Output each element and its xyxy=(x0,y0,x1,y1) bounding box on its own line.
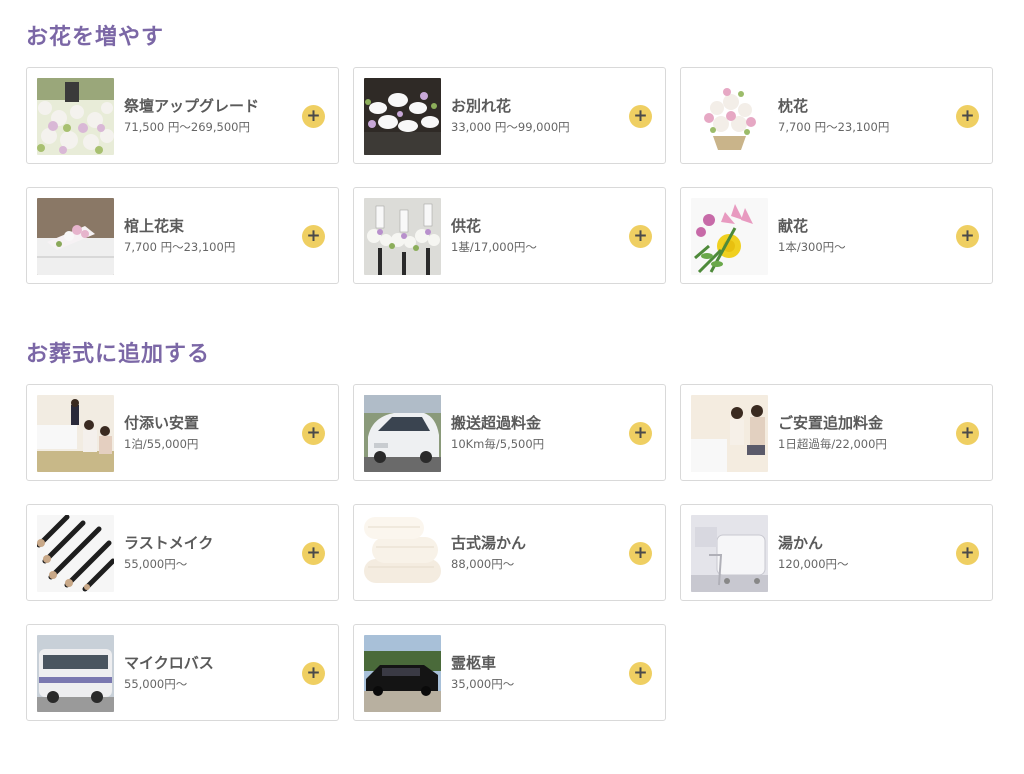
option-name: マイクロバス xyxy=(124,654,214,672)
plus-icon: + xyxy=(633,422,648,443)
option-name: ご安置追加料金 xyxy=(778,414,884,432)
option-price: 88,000円〜 xyxy=(451,557,515,571)
section-title-flowers: お花を増やす xyxy=(26,25,165,50)
section-title-funeral-additions: お葬式に追加する xyxy=(26,342,211,367)
plus-icon: + xyxy=(633,225,648,246)
add-button[interactable]: + xyxy=(629,422,652,445)
option-card-yukan[interactable]: 湯かん 120,000円〜 + xyxy=(680,504,993,601)
option-card-farewell-flowers[interactable]: お別れ花 33,000 円〜99,000円 + xyxy=(353,67,666,164)
plus-icon: + xyxy=(960,225,975,246)
option-name: 献花 xyxy=(778,217,809,235)
option-card-pillow-flowers[interactable]: 枕花 7,700 円〜23,100円 + xyxy=(680,67,993,164)
add-button[interactable]: + xyxy=(302,225,325,248)
option-card-hearse[interactable]: 霊柩車 35,000円〜 + xyxy=(353,624,666,721)
add-button[interactable]: + xyxy=(302,662,325,685)
add-button[interactable]: + xyxy=(629,662,652,685)
pillow-flowers-photo xyxy=(691,78,768,155)
funeral-options-grid: 付添い安置 1泊/55,000円 + 搬送超過料金 10Km毎/5,500円 + xyxy=(26,384,994,721)
option-name: 供花 xyxy=(451,217,482,235)
add-button[interactable]: + xyxy=(629,225,652,248)
plus-icon: + xyxy=(633,542,648,563)
bathtub-photo xyxy=(691,515,768,592)
offering-flowers-photo xyxy=(364,198,441,275)
plus-icon: + xyxy=(633,662,648,683)
plus-icon: + xyxy=(306,225,321,246)
option-name: 搬送超過料金 xyxy=(451,414,542,432)
plus-icon: + xyxy=(306,542,321,563)
option-price: 1基/17,000円〜 xyxy=(451,240,537,254)
option-price: 1日超過毎/22,000円 xyxy=(778,437,887,451)
hearse-photo xyxy=(364,635,441,712)
option-price: 35,000円〜 xyxy=(451,677,515,691)
option-name: 棺上花束 xyxy=(124,217,185,235)
extra-laying-photo xyxy=(691,395,768,472)
coffin-bouquet-photo xyxy=(37,198,114,275)
option-name: 付添い安置 xyxy=(124,414,200,432)
option-name: 霊柩車 xyxy=(451,654,497,672)
attended-laying-photo xyxy=(37,395,114,472)
add-button[interactable]: + xyxy=(629,105,652,128)
plus-icon: + xyxy=(960,542,975,563)
option-card-transport-fee[interactable]: 搬送超過料金 10Km毎/5,500円 + xyxy=(353,384,666,481)
option-price: 55,000円〜 xyxy=(124,557,188,571)
option-price: 7,700 円〜23,100円 xyxy=(124,240,236,254)
option-name: お別れ花 xyxy=(451,97,512,115)
plus-icon: + xyxy=(306,662,321,683)
option-card-attended-laying[interactable]: 付添い安置 1泊/55,000円 + xyxy=(26,384,339,481)
option-name: ラストメイク xyxy=(124,534,214,552)
option-card-flower-tribute[interactable]: 献花 1本/300円〜 + xyxy=(680,187,993,284)
microbus-photo xyxy=(37,635,114,712)
option-price: 55,000円〜 xyxy=(124,677,188,691)
option-price: 120,000円〜 xyxy=(778,557,849,571)
flower-options-grid: 祭壇アップグレード 71,500 円〜269,500円 + お別れ花 33,00… xyxy=(26,67,994,284)
transport-car-photo xyxy=(364,395,441,472)
option-price: 1本/300円〜 xyxy=(778,240,846,254)
plus-icon: + xyxy=(633,105,648,126)
add-button[interactable]: + xyxy=(302,105,325,128)
plus-icon: + xyxy=(306,105,321,126)
plus-icon: + xyxy=(960,422,975,443)
option-card-traditional-yukan[interactable]: 古式湯かん 88,000円〜 + xyxy=(353,504,666,601)
option-price: 33,000 円〜99,000円 xyxy=(451,120,570,134)
option-name: 祭壇アップグレード xyxy=(124,97,260,115)
add-button[interactable]: + xyxy=(302,422,325,445)
option-price: 71,500 円〜269,500円 xyxy=(124,120,250,134)
farewell-flowers-photo xyxy=(364,78,441,155)
flower-tribute-photo xyxy=(691,198,768,275)
add-button[interactable]: + xyxy=(956,225,979,248)
towels-photo xyxy=(364,515,441,592)
add-button[interactable]: + xyxy=(629,542,652,565)
option-card-altar-upgrade[interactable]: 祭壇アップグレード 71,500 円〜269,500円 + xyxy=(26,67,339,164)
plus-icon: + xyxy=(306,422,321,443)
option-price: 10Km毎/5,500円 xyxy=(451,437,545,451)
makeup-brushes-photo xyxy=(37,515,114,592)
option-card-coffin-bouquet[interactable]: 棺上花束 7,700 円〜23,100円 + xyxy=(26,187,339,284)
option-card-offering-flowers[interactable]: 供花 1基/17,000円〜 + xyxy=(353,187,666,284)
add-button[interactable]: + xyxy=(302,542,325,565)
option-name: 枕花 xyxy=(778,97,809,115)
option-price: 7,700 円〜23,100円 xyxy=(778,120,890,134)
add-button[interactable]: + xyxy=(956,542,979,565)
add-button[interactable]: + xyxy=(956,422,979,445)
option-name: 湯かん xyxy=(778,534,824,552)
plus-icon: + xyxy=(960,105,975,126)
option-name: 古式湯かん xyxy=(451,534,527,552)
altar-flowers-photo xyxy=(37,78,114,155)
option-card-last-makeup[interactable]: ラストメイク 55,000円〜 + xyxy=(26,504,339,601)
add-button[interactable]: + xyxy=(956,105,979,128)
option-price: 1泊/55,000円 xyxy=(124,437,199,451)
option-card-extra-laying-fee[interactable]: ご安置追加料金 1日超過毎/22,000円 + xyxy=(680,384,993,481)
option-card-microbus[interactable]: マイクロバス 55,000円〜 + xyxy=(26,624,339,721)
